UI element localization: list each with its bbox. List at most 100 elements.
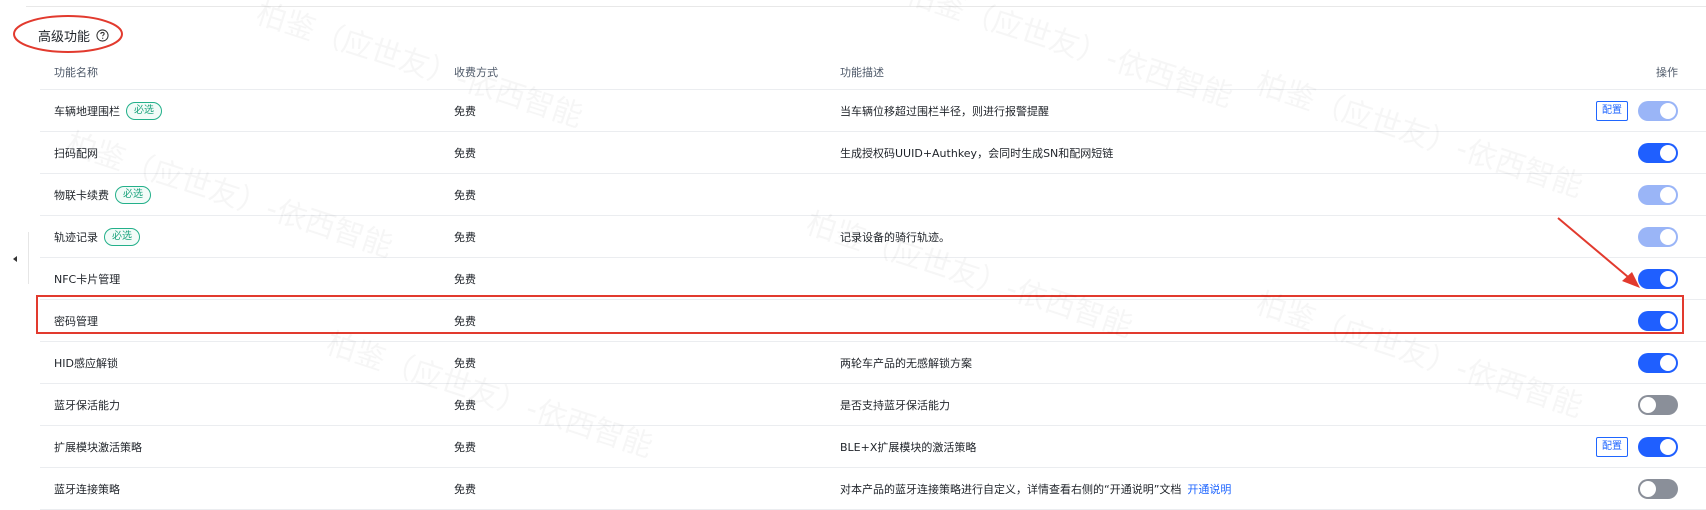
operation-cell: [1638, 226, 1678, 247]
operation-cell: 配置: [1596, 436, 1678, 457]
description-cell: 是否支持蓝牙保活能力: [840, 397, 950, 413]
toggle-knob: [1660, 354, 1676, 371]
feature-name-cell: 物联卡续费 必选: [54, 185, 151, 204]
table-row: 密码管理 免费: [40, 300, 1706, 342]
feature-name: 轨迹记录: [54, 230, 98, 244]
feature-toggle: [1638, 100, 1678, 121]
table-row: 扫码配网 免费 生成授权码UUID+Authkey，会同时生成SN和配网短链: [40, 132, 1706, 174]
operation-cell: [1638, 142, 1678, 163]
toggle-knob: [1660, 186, 1676, 203]
feature-name: 扩展模块激活策略: [54, 440, 142, 454]
table-row: 物联卡续费 必选 免费: [40, 174, 1706, 216]
fee-cell: 免费: [454, 356, 476, 370]
section-header: 高级功能: [38, 24, 109, 46]
feature-name: NFC卡片管理: [54, 272, 121, 286]
description-cell: 当车辆位移超过围栏半径，则进行报警提醒: [840, 103, 1049, 119]
feature-name: 物联卡续费: [54, 188, 109, 202]
col-header-fee: 收费方式: [454, 66, 498, 79]
question-circle-icon[interactable]: [96, 28, 109, 42]
section-title: 高级功能: [38, 29, 91, 45]
feature-toggle: [1638, 184, 1678, 205]
features-table: 功能名称 收费方式 功能描述 操作 车辆地理围栏 必选 免费 当车辆位移超过围栏半径，…: [40, 55, 1706, 510]
description-cell: BLE+X扩展模块的激活策略: [840, 439, 976, 455]
feature-name: 密码管理: [54, 314, 98, 328]
table-row: 轨迹记录 必选 免费 记录设备的骑行轨迹。: [40, 216, 1706, 258]
table-row: HID感应解锁 免费 两轮车产品的无感解锁方案: [40, 342, 1706, 384]
feature-toggle[interactable]: [1638, 478, 1678, 499]
doc-link[interactable]: 开通说明: [1187, 481, 1231, 497]
operation-cell: [1638, 352, 1678, 373]
feature-name: 蓝牙保活能力: [54, 398, 120, 412]
fee-cell: 免费: [454, 104, 476, 118]
description-text: 是否支持蓝牙保活能力: [840, 398, 950, 412]
col-header-op: 操作: [1656, 66, 1678, 79]
feature-name-cell: 车辆地理围栏 必选: [54, 101, 162, 120]
table-header-row: 功能名称 收费方式 功能描述 操作: [40, 55, 1706, 90]
config-button[interactable]: 配置: [1596, 436, 1628, 457]
fee-cell: 免费: [454, 482, 476, 496]
description-cell: 记录设备的骑行轨迹。: [840, 229, 950, 245]
feature-name-cell: 轨迹记录 必选: [54, 227, 140, 246]
col-header-name: 功能名称: [54, 66, 98, 79]
feature-toggle[interactable]: [1638, 142, 1678, 163]
fee-cell: 免费: [454, 272, 476, 286]
operation-cell: [1638, 184, 1678, 205]
config-button[interactable]: 配置: [1596, 100, 1628, 121]
operation-cell: 配置: [1596, 100, 1678, 121]
feature-name-cell: 扫码配网: [54, 145, 98, 161]
toggle-knob: [1660, 312, 1676, 329]
toggle-knob: [1660, 144, 1676, 161]
feature-name-cell: 蓝牙保活能力: [54, 397, 120, 413]
feature-toggle[interactable]: [1638, 310, 1678, 331]
description-text: 当车辆位移超过围栏半径，则进行报警提醒: [840, 104, 1049, 118]
feature-toggle[interactable]: [1638, 268, 1678, 289]
table-row: NFC卡片管理 免费: [40, 258, 1706, 300]
operation-cell: [1638, 478, 1678, 499]
operation-cell: [1638, 394, 1678, 415]
feature-toggle[interactable]: [1638, 394, 1678, 415]
collapse-sidebar-button[interactable]: [8, 252, 22, 266]
description-text: BLE+X扩展模块的激活策略: [840, 440, 977, 454]
toggle-knob: [1660, 102, 1676, 119]
feature-name: 扫码配网: [54, 146, 98, 160]
toggle-knob: [1660, 228, 1676, 245]
toggle-knob: [1640, 396, 1656, 413]
table-row: 蓝牙连接策略 免费 对本产品的蓝牙连接策略进行自定义，详情查看右侧的“开通说明”文档…: [40, 468, 1706, 510]
feature-name-cell: HID感应解锁: [54, 355, 118, 371]
operation-cell: [1638, 310, 1678, 331]
table-row: 车辆地理围栏 必选 免费 当车辆位移超过围栏半径，则进行报警提醒 配置: [40, 90, 1706, 132]
feature-toggle: [1638, 226, 1678, 247]
fee-cell: 免费: [454, 398, 476, 412]
top-divider: [26, 0, 1706, 7]
fee-cell: 免费: [454, 188, 476, 202]
feature-name-cell: 密码管理: [54, 313, 98, 329]
feature-name-cell: 蓝牙连接策略: [54, 481, 120, 497]
fee-cell: 免费: [454, 440, 476, 454]
feature-toggle[interactable]: [1638, 436, 1678, 457]
feature-name: 车辆地理围栏: [54, 104, 120, 118]
toggle-knob: [1660, 438, 1676, 455]
toggle-knob: [1660, 270, 1676, 287]
feature-toggle[interactable]: [1638, 352, 1678, 373]
fee-cell: 免费: [454, 314, 476, 328]
description-text: 生成授权码UUID+Authkey，会同时生成SN和配网短链: [840, 146, 1114, 160]
fee-cell: 免费: [454, 146, 476, 160]
description-text: 对本产品的蓝牙连接策略进行自定义，详情查看右侧的“开通说明”文档: [840, 482, 1182, 496]
description-cell: 对本产品的蓝牙连接策略进行自定义，详情查看右侧的“开通说明”文档 开通说明: [840, 481, 1231, 497]
description-cell: 两轮车产品的无感解锁方案: [840, 355, 972, 371]
toggle-knob: [1640, 480, 1656, 497]
fee-cell: 免费: [454, 230, 476, 244]
feature-name-cell: NFC卡片管理: [54, 271, 120, 287]
caret-left-icon: [13, 256, 17, 262]
operation-cell: [1638, 268, 1678, 289]
table-row: 扩展模块激活策略 免费 BLE+X扩展模块的激活策略 配置: [40, 426, 1706, 468]
description-cell: 生成授权码UUID+Authkey，会同时生成SN和配网短链: [840, 145, 1113, 161]
required-tag: 必选: [126, 101, 162, 120]
feature-name: HID感应解锁: [54, 356, 118, 370]
table-row: 蓝牙保活能力 免费 是否支持蓝牙保活能力: [40, 384, 1706, 426]
required-tag: 必选: [104, 227, 140, 246]
feature-name: 蓝牙连接策略: [54, 482, 120, 496]
description-text: 两轮车产品的无感解锁方案: [840, 356, 972, 370]
col-header-desc: 功能描述: [840, 66, 884, 79]
description-text: 记录设备的骑行轨迹。: [840, 230, 950, 244]
